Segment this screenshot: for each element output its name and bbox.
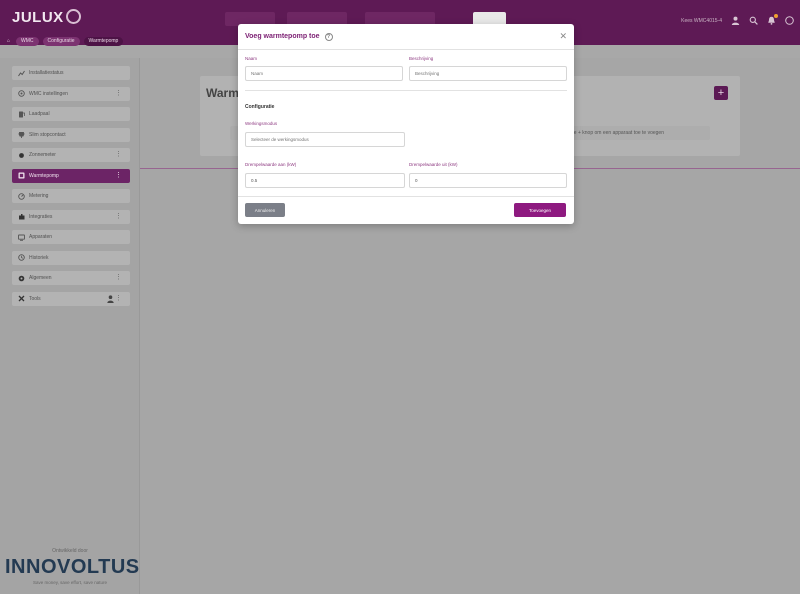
mode-label: Werkingsmodus xyxy=(245,121,278,126)
sidebar-item-metering[interactable]: Metering xyxy=(12,189,130,203)
innovoltus-logo: INNOVOLTUS xyxy=(5,556,140,578)
sidebar-item-warmtepomp[interactable]: Warmtepomp ⋮ xyxy=(12,168,130,183)
chart-icon xyxy=(18,70,25,77)
breadcrumb-configuratie[interactable]: Configuratie xyxy=(42,37,80,46)
more-icon[interactable]: ⋮ xyxy=(115,273,122,283)
innovoltus-brand: Ontwikkeld door INNOVOLTUS Save money, s… xyxy=(5,548,140,585)
dialog-title: Voeg warmtepomp toe? xyxy=(245,33,333,41)
name-label: Naam xyxy=(245,56,258,61)
threshold-on-input[interactable] xyxy=(245,173,405,188)
more-icon[interactable]: ⋮ xyxy=(115,150,122,160)
config-heading: Configuratie xyxy=(245,104,275,110)
sidebar-item-historiek[interactable]: Historiek xyxy=(12,250,130,265)
bell-icon[interactable] xyxy=(767,14,778,25)
settings-icon xyxy=(18,90,25,97)
brand-subtitle: Ontwikkeld door xyxy=(52,548,88,554)
name-input[interactable] xyxy=(245,66,403,81)
plug-icon xyxy=(18,131,25,138)
help-icon[interactable]: ? xyxy=(324,33,333,41)
description-input[interactable] xyxy=(409,66,567,81)
add-button[interactable]: Toevoegen xyxy=(514,203,566,217)
devices-icon xyxy=(18,234,25,241)
dialog-footer-divider xyxy=(238,196,574,197)
sidebar-item-laadpaal[interactable]: Laadpaal xyxy=(12,107,130,121)
breadcrumb-warmtepomp: Warmtepomp xyxy=(83,37,124,46)
sidebar-item-zonnemeter[interactable]: Zonnemeter ⋮ xyxy=(12,148,130,162)
sidebar-item-label: Algemeen xyxy=(29,275,52,281)
add-heatpump-button[interactable]: + xyxy=(714,86,728,100)
sidebar-item-label: WMC instellingen xyxy=(29,90,68,97)
sidebar-menu: Installatiestatus WMC instellingen ⋮ Laa… xyxy=(12,66,130,312)
threshold-off-label: Drempelwaarde uit (kW) xyxy=(409,162,458,167)
description-label: Beschrijving xyxy=(409,56,434,61)
cancel-button[interactable]: Annuleren xyxy=(245,203,285,217)
help-icon[interactable] xyxy=(785,16,794,25)
sidebar-item-tools[interactable]: Tools ⋮ xyxy=(12,291,130,306)
sidebar-item-apparaten[interactable]: Apparaten xyxy=(12,230,130,244)
sidebar-item-label: Metering xyxy=(29,193,49,199)
sidebar-item-label: Zonnemeter xyxy=(29,152,56,158)
julux-logo[interactable]: JULUX xyxy=(12,9,81,26)
sidebar-item-algemeen[interactable]: Algemeen ⋮ xyxy=(12,271,130,285)
user-icon[interactable] xyxy=(731,16,740,25)
charger-icon xyxy=(18,111,25,118)
breadcrumb-wmc[interactable]: WMC xyxy=(16,37,39,46)
section-divider xyxy=(245,90,567,91)
sidebar-item-installatiestatus[interactable]: Installatiestatus xyxy=(12,66,130,80)
wrench-icon xyxy=(18,295,25,302)
account-name[interactable]: Kees WMC4015-4 xyxy=(681,18,722,24)
more-icon[interactable]: ⋮ xyxy=(115,294,122,304)
home-icon[interactable]: ⌂ xyxy=(5,37,12,46)
dialog-header-divider xyxy=(238,49,574,50)
user-icon xyxy=(107,294,114,303)
more-icon[interactable]: ⋮ xyxy=(115,89,122,99)
sidebar-item-label: Apparaten xyxy=(29,234,53,240)
breadcrumb: ⌂ WMC Configuratie Warmtepomp xyxy=(5,37,124,46)
brand-tagline: Save money, save effort, save nature xyxy=(32,580,108,585)
more-icon[interactable]: ⋮ xyxy=(115,171,122,181)
sidebar-item-label: Integraties xyxy=(29,213,53,220)
gear-icon xyxy=(18,275,25,282)
heatpump-icon xyxy=(18,172,25,179)
sidebar-item-label: Installatiestatus xyxy=(29,70,64,76)
close-icon[interactable]: ✕ xyxy=(559,31,567,42)
sidebar-item-label: Tools xyxy=(29,295,41,302)
notification-badge xyxy=(774,14,778,18)
history-icon xyxy=(18,254,25,261)
header-actions: Kees WMC4015-4 xyxy=(681,14,794,25)
sidebar-item-wmc-instellingen[interactable]: WMC instellingen ⋮ xyxy=(12,86,130,101)
logo-wave-icon xyxy=(65,9,81,24)
sidebar-item-integraties[interactable]: Integraties ⋮ xyxy=(12,209,130,224)
threshold-off-input[interactable] xyxy=(409,173,567,188)
sidebar-item-label: Warmtepomp xyxy=(29,172,59,179)
sidebar-item-label: Historiek xyxy=(29,254,49,261)
sidebar-item-label: Slim stopcontact xyxy=(29,131,66,138)
puzzle-icon xyxy=(18,213,25,220)
sidebar-item-label: Laadpaal xyxy=(29,111,50,117)
threshold-on-label: Drempelwaarde aan (kW) xyxy=(245,162,297,167)
meter-icon xyxy=(18,192,25,200)
mode-select[interactable] xyxy=(245,132,405,147)
sidebar: Installatiestatus WMC instellingen ⋮ Laa… xyxy=(0,58,140,594)
add-heatpump-dialog: Voeg warmtepomp toe? ✕ Naam Beschrijving… xyxy=(238,24,574,224)
sun-icon xyxy=(18,152,25,159)
search-icon[interactable] xyxy=(749,16,758,25)
more-icon[interactable]: ⋮ xyxy=(115,212,122,222)
sidebar-item-slim-stopcontact[interactable]: Slim stopcontact xyxy=(12,127,130,142)
